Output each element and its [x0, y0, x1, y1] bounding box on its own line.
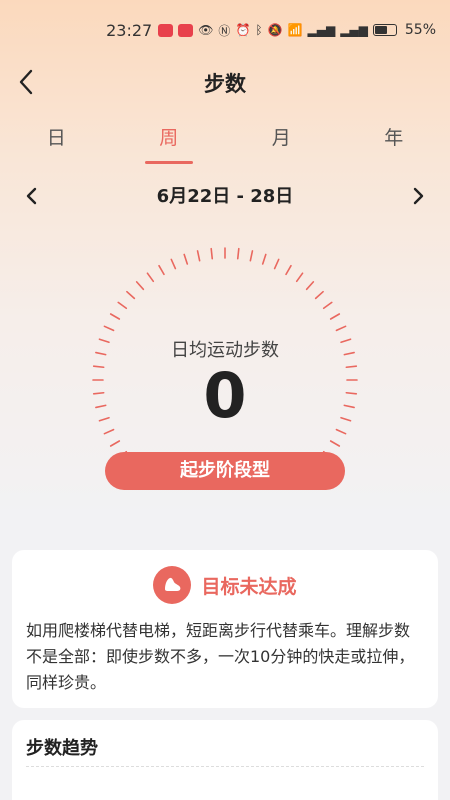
gauge-tick [236, 247, 240, 260]
status-time: 23:27 [106, 20, 153, 40]
wifi-icon: 📶 [287, 23, 303, 37]
tab-week[interactable]: 周 [113, 118, 226, 164]
app-badge-icon [178, 23, 194, 37]
divider [26, 766, 424, 767]
goal-header: 目标未达成 [12, 566, 438, 604]
gauge-tick [158, 264, 165, 276]
signal-4g-icon: ▂▄▆ [340, 23, 368, 37]
alarm-icon: ⏰ [235, 23, 251, 37]
active-tab-indicator [144, 161, 193, 164]
status-bar: 23:27 👁 Ⓝ ⏰ ᛒ 🔕 📶 ▂▄▆ ▂▄▆ 55% [0, 0, 450, 60]
chevron-right-icon [413, 187, 424, 205]
gauge-tick [285, 264, 292, 276]
gauge-tick [249, 250, 254, 262]
eye-icon: 👁 [198, 23, 214, 37]
goal-card: 目标未达成 如用爬楼梯代替电梯，短距离步行代替乘车。理解步数不是全部：即使步数不… [12, 550, 438, 708]
next-week-button[interactable] [406, 184, 430, 208]
tab-day[interactable]: 日 [0, 118, 113, 164]
tab-label: 年 [384, 127, 404, 149]
bluetooth-icon: ᛒ [255, 23, 263, 37]
battery-icon [372, 24, 397, 36]
gauge-tick [117, 301, 128, 310]
gauge-tick [126, 290, 136, 300]
gauge-tick [146, 272, 155, 283]
gauge-tick [135, 281, 145, 291]
mute-icon: 🔕 [267, 23, 283, 37]
battery-percent: 55% [404, 22, 436, 38]
tab-month[interactable]: 月 [225, 118, 338, 164]
date-range-label: 6月22日 - 28日 [156, 186, 294, 207]
gauge-tick [305, 281, 315, 291]
stage-badge: 起步阶段型 [105, 452, 345, 490]
gauge-tick [335, 325, 347, 332]
goal-status-title: 目标未达成 [201, 575, 297, 598]
gauge-tick [183, 253, 189, 265]
gauge-tick [196, 250, 201, 262]
status-icons: 👁 Ⓝ ⏰ ᛒ 🔕 📶 ▂▄▆ ▂▄▆ 55% [158, 22, 436, 39]
nav-bar: 步数 [0, 60, 450, 104]
goal-description: 如用爬楼梯代替电梯，短距离步行代替乘车。理解步数不是全部：即使步数不多，一次10… [26, 621, 415, 692]
page-title: 步数 [204, 72, 246, 96]
shoe-icon [153, 566, 192, 604]
gauge-value: 0 [203, 359, 247, 432]
app-badge-icon [158, 23, 174, 37]
gauge-tick [103, 325, 115, 332]
gauge-tick [170, 258, 177, 270]
nfc-icon: Ⓝ [218, 23, 231, 38]
gauge-tick [109, 440, 121, 447]
tab-year[interactable]: 年 [338, 118, 450, 164]
gauge-tick [322, 301, 333, 310]
gauge-tick [329, 440, 341, 447]
gauge-tick [109, 313, 121, 320]
tab-label: 日 [46, 127, 66, 149]
tab-label: 周 [159, 127, 179, 149]
gauge-tick [295, 272, 304, 283]
gauge-tick [261, 253, 267, 265]
tab-label: 月 [271, 127, 291, 149]
gauge-tick [329, 313, 341, 320]
period-tabs: 日 周 月 年 [0, 118, 450, 164]
date-navigator: 6月22日 - 28日 [0, 178, 450, 214]
gauge-tick [314, 290, 324, 300]
trend-title: 步数趋势 [26, 738, 98, 759]
signal-4g-icon: ▂▄▆ [307, 23, 336, 37]
trend-card: 步数趋势 [12, 720, 438, 800]
gauge-tick [273, 258, 280, 270]
gauge-tick [210, 247, 214, 260]
